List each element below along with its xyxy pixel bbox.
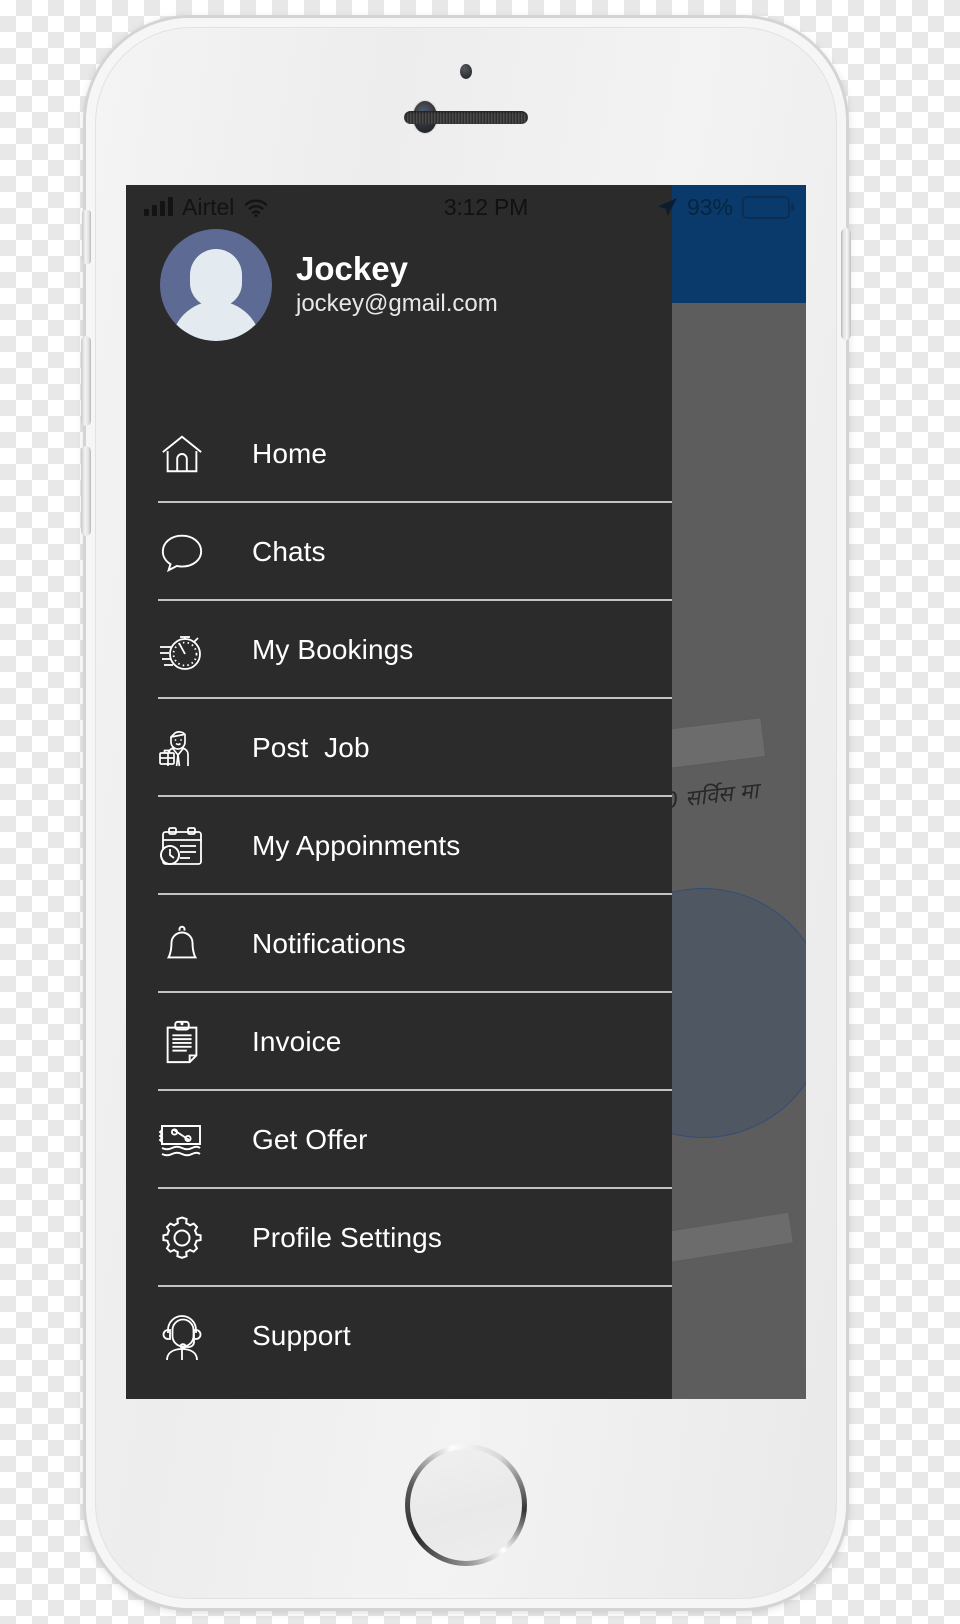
status-bar-clock: 3:12 PM	[366, 185, 606, 229]
menu-item-label: Get Offer	[252, 1124, 368, 1155]
status-bar: Airtel 3:12 PM 93%	[126, 185, 806, 229]
menu-item-profile-settings[interactable]: Profile Settings	[126, 1189, 672, 1287]
menu-item-label: Notifications	[252, 928, 406, 959]
menu-item-label: Support	[252, 1320, 351, 1351]
menu-item-label: Home	[252, 438, 328, 469]
status-bar-left: Airtel	[126, 185, 366, 229]
mute-switch-button[interactable]	[82, 210, 91, 264]
menu-item-get-offer[interactable]: Get Offer	[126, 1091, 672, 1189]
drawer-menu-list: Home Chats My Bookings Post Job My Appoi…	[126, 405, 672, 1399]
avatar[interactable]	[160, 229, 272, 341]
clipboard-icon	[156, 1016, 208, 1068]
avatar-head	[190, 249, 242, 307]
menu-item-label: Chats	[252, 536, 326, 567]
chat-bubble-icon	[156, 526, 208, 578]
carrier-name: Airtel	[182, 193, 235, 220]
home-icon	[156, 428, 208, 480]
battery-percent-label: 93%	[686, 193, 733, 220]
volume-up-button[interactable]	[81, 336, 91, 426]
location-arrow-icon	[656, 196, 678, 218]
businessman-icon	[156, 722, 208, 774]
power-button[interactable]	[841, 228, 851, 340]
menu-item-invoice[interactable]: Invoice	[126, 993, 672, 1091]
headset-agent-icon	[156, 1310, 208, 1362]
menu-item-home[interactable]: Home	[126, 405, 672, 503]
phone-device: 10 सर्विस मा Jockey jockey@gmail.com Hom…	[81, 18, 851, 1608]
home-button[interactable]	[405, 1444, 527, 1566]
menu-item-label: My Bookings	[252, 634, 414, 665]
menu-item-label: Post Job	[252, 732, 370, 763]
menu-item-notifications[interactable]: Notifications	[126, 895, 672, 993]
battery-icon	[742, 195, 794, 219]
menu-item-my-appointments[interactable]: My Appoinments	[126, 797, 672, 895]
calendar-clock-icon	[156, 820, 208, 872]
earpiece-speaker	[404, 111, 528, 124]
menu-item-support[interactable]: Support	[126, 1287, 672, 1385]
proximity-sensor-icon	[460, 64, 472, 79]
signal-bars-icon	[144, 197, 173, 216]
status-bar-right: 93%	[606, 185, 806, 229]
phone-screen: 10 सर्विस मा Jockey jockey@gmail.com Hom…	[126, 185, 806, 1399]
stopwatch-icon	[156, 624, 208, 676]
profile-text-block: Jockey jockey@gmail.com	[296, 229, 498, 318]
menu-item-my-bookings[interactable]: My Bookings	[126, 601, 672, 699]
profile-name: Jockey	[296, 250, 408, 287]
menu-item-post-job[interactable]: Post Job	[126, 699, 672, 797]
avatar-body	[171, 301, 261, 341]
menu-item-chats[interactable]: Chats	[126, 503, 672, 601]
battery-cap	[791, 203, 794, 211]
menu-item-label: My Appoinments	[252, 830, 461, 861]
menu-item-label: Profile Settings	[252, 1222, 442, 1253]
home-button-surface	[410, 1449, 522, 1561]
wifi-icon	[243, 197, 269, 217]
menu-item-label: Invoice	[252, 1026, 342, 1057]
gear-icon	[156, 1212, 208, 1264]
coupon-percent-icon	[156, 1114, 208, 1166]
volume-down-button[interactable]	[81, 446, 91, 536]
navigation-drawer: Jockey jockey@gmail.com Home Chats My Bo…	[126, 185, 672, 1399]
bell-icon	[156, 918, 208, 970]
profile-email: jockey@gmail.com	[296, 290, 498, 318]
